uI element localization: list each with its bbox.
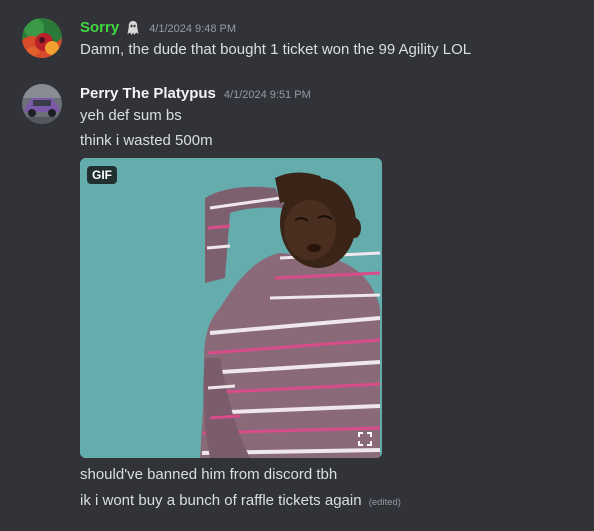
avatar-image-icon — [22, 84, 62, 124]
message-header: Sorry 4/1/2024 9:48 PM — [80, 18, 236, 38]
message-header: Perry The Platypus 4/1/2024 9:51 PM — [80, 84, 311, 104]
username[interactable]: Perry The Platypus — [80, 84, 216, 104]
expand-icon[interactable] — [358, 432, 372, 446]
message-text: yeh def sum bs — [80, 107, 182, 124]
message-text-content: ik i wont buy a bunch of raffle tickets … — [80, 492, 362, 509]
message-text: ik i wont buy a bunch of raffle tickets … — [80, 491, 401, 513]
spooky-figure-icon[interactable] — [125, 20, 141, 36]
timestamp: 4/1/2024 9:48 PM — [149, 22, 237, 35]
message-text: should've banned him from discord tbh — [80, 466, 338, 483]
edited-label: (edited) — [368, 497, 401, 508]
gif-attachment[interactable]: GIF — [80, 158, 382, 458]
username[interactable]: Sorry — [80, 18, 119, 38]
gif-image — [80, 158, 382, 458]
message-text: Damn, the dude that bought 1 ticket won … — [80, 41, 472, 58]
gif-badge: GIF — [87, 166, 117, 184]
avatar[interactable] — [22, 18, 62, 58]
avatar[interactable] — [22, 84, 62, 124]
timestamp: 4/1/2024 9:51 PM — [223, 88, 311, 101]
avatar-image-icon — [22, 18, 62, 58]
message-text: think i wasted 500m — [80, 132, 213, 149]
